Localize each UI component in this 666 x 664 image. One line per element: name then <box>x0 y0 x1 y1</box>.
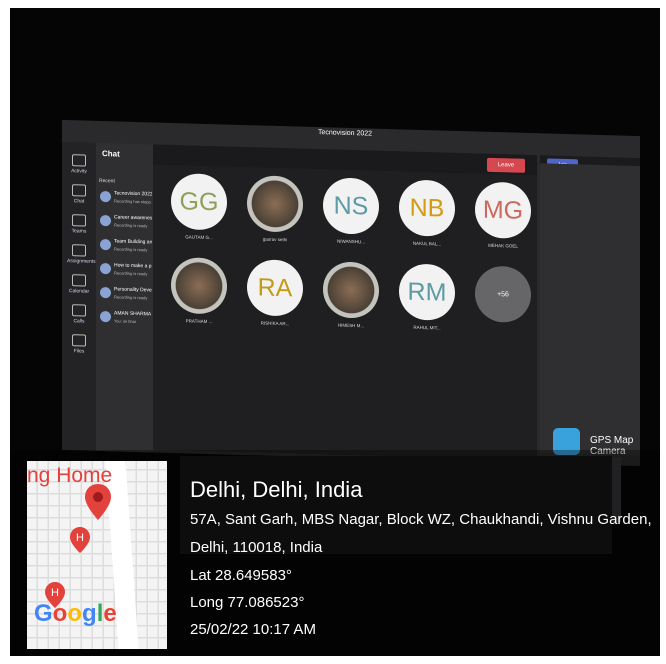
rail-label: Assignments <box>67 258 96 265</box>
rail-item-calls[interactable]: Calls <box>67 304 91 325</box>
chat-list-item[interactable]: Tecnovision 2022 Recording has stopp... <box>100 189 154 209</box>
chat-title: Chat <box>102 149 120 159</box>
rail-label: Calendar <box>68 288 90 295</box>
chat-title: Tecnovision 2022 <box>114 190 152 198</box>
teams-icon <box>72 214 86 227</box>
chat-title: How to make a p... <box>114 262 152 270</box>
participant-name: PRATHAM ... <box>185 318 213 325</box>
rail-label: Calls <box>73 318 85 325</box>
chat-subtitle: Recording is ready <box>114 270 148 277</box>
chat-list-item[interactable]: Team Building and... Recording is ready <box>100 237 154 257</box>
participant-avatar: RM <box>399 263 455 321</box>
rail-label: Teams <box>71 228 87 235</box>
participant-avatar <box>247 175 303 233</box>
hospital-pin-icon: H <box>69 526 91 554</box>
participant-name: GAUTAM G... <box>185 234 213 241</box>
chat-icon <box>72 184 86 197</box>
city-text: Delhi, Delhi, India <box>190 477 363 502</box>
rail-label: Activity <box>71 168 87 175</box>
map-thumbnail: ng Home H H Google <box>27 461 167 649</box>
avatar <box>100 286 111 299</box>
chat-pane: Chat Recent Tecnovision 2022 Recording ha… <box>96 142 154 453</box>
assignments-icon <box>72 244 86 257</box>
avatar <box>100 190 111 203</box>
address-line-2: Delhi, 110018, India <box>190 539 323 556</box>
avatar <box>100 310 111 323</box>
calendar-icon <box>72 274 86 287</box>
chat-title: AMAN SHARMA <box>114 310 152 318</box>
latitude-text: Lat 28.649583° <box>190 567 292 584</box>
chat-subtitle: Recording is ready <box>114 246 148 253</box>
meeting-toolbar: Leave <box>153 144 537 176</box>
calls-icon <box>72 304 86 317</box>
rail-item-files[interactable]: Files <box>67 334 91 355</box>
svg-text:H: H <box>76 532 84 544</box>
meeting-stage: Tecnovision 2022 Leave DN GGGAUTAM G...g… <box>153 129 621 523</box>
participant-avatar: RA <box>247 259 303 317</box>
rail-item-calendar[interactable]: Calendar <box>67 274 91 295</box>
chat-list-item[interactable]: AMAN SHARMA You: ok bhai <box>100 309 154 329</box>
participant-avatar: MG <box>475 181 531 240</box>
participant-avatar: NS <box>323 177 379 235</box>
recent-label: Recent <box>99 177 115 185</box>
chat-title: Career awarenes... <box>114 214 152 222</box>
participant-avatar <box>323 261 379 319</box>
participant-name: gaurav sethi <box>262 236 288 243</box>
participant-name: RAHUL MIT... <box>413 324 441 331</box>
participant-avatar <box>171 256 227 315</box>
chat-subtitle: Recording is ready <box>114 222 148 229</box>
chat-title: Team Building and... <box>114 238 152 246</box>
longitude-text: Long 77.086523° <box>190 594 305 611</box>
avatar <box>100 214 111 227</box>
chat-list-item[interactable]: Personality Devel... Recording is ready <box>100 285 154 305</box>
participant-name: NIWANSHU... <box>336 238 366 245</box>
participant-avatar: NB <box>399 179 455 237</box>
participant-name: NAKUL BAL... <box>412 240 442 247</box>
leave-button[interactable]: Leave <box>487 157 525 173</box>
chat-subtitle: You: ok bhai <box>114 318 136 324</box>
teams-left-rail: Activity Chat Teams Assignments Calendar Call… <box>62 141 96 451</box>
participant-name: HIMESH M... <box>337 322 365 329</box>
chat-subtitle: Recording is ready <box>114 294 148 301</box>
participant-name: MEHAK GOEL <box>488 242 518 249</box>
google-logo: Google <box>34 600 117 627</box>
avatar <box>100 238 111 251</box>
chat-list-item[interactable]: How to make a p... Recording is ready <box>100 261 154 281</box>
chat-subtitle: Recording has stopp... <box>114 198 152 205</box>
rail-item-assignments[interactable]: Assignments <box>67 244 96 265</box>
activity-icon <box>72 154 86 167</box>
participant-avatar: GG <box>171 172 227 231</box>
avatar <box>100 262 111 275</box>
right-panel <box>540 163 640 457</box>
address-line-1: 57A, Sant Garh, MBS Nagar, Block WZ, Cha… <box>190 511 652 528</box>
files-icon <box>72 334 86 347</box>
location-pin-icon <box>83 483 113 521</box>
rail-label: Chat <box>73 198 85 205</box>
teams-window: Activity Chat Teams Assignments Calendar Call… <box>62 119 640 523</box>
svg-text:H: H <box>51 587 59 599</box>
participant-name: RISHIKA AR... <box>260 320 290 327</box>
chat-list-item[interactable]: Career awarenes... Recording is ready <box>100 213 154 233</box>
timestamp-text: 25/02/22 10:17 AM <box>190 621 316 638</box>
rail-label: Files <box>73 348 85 355</box>
more-participants-button[interactable]: +56 <box>475 265 531 324</box>
rail-item-chat[interactable]: Chat <box>67 184 91 205</box>
meeting-title: Tecnovision 2022 <box>317 129 373 138</box>
rail-item-teams[interactable]: Teams <box>67 214 91 235</box>
rail-item-activity[interactable]: Activity <box>67 154 91 175</box>
chat-title: Personality Devel... <box>114 286 152 294</box>
